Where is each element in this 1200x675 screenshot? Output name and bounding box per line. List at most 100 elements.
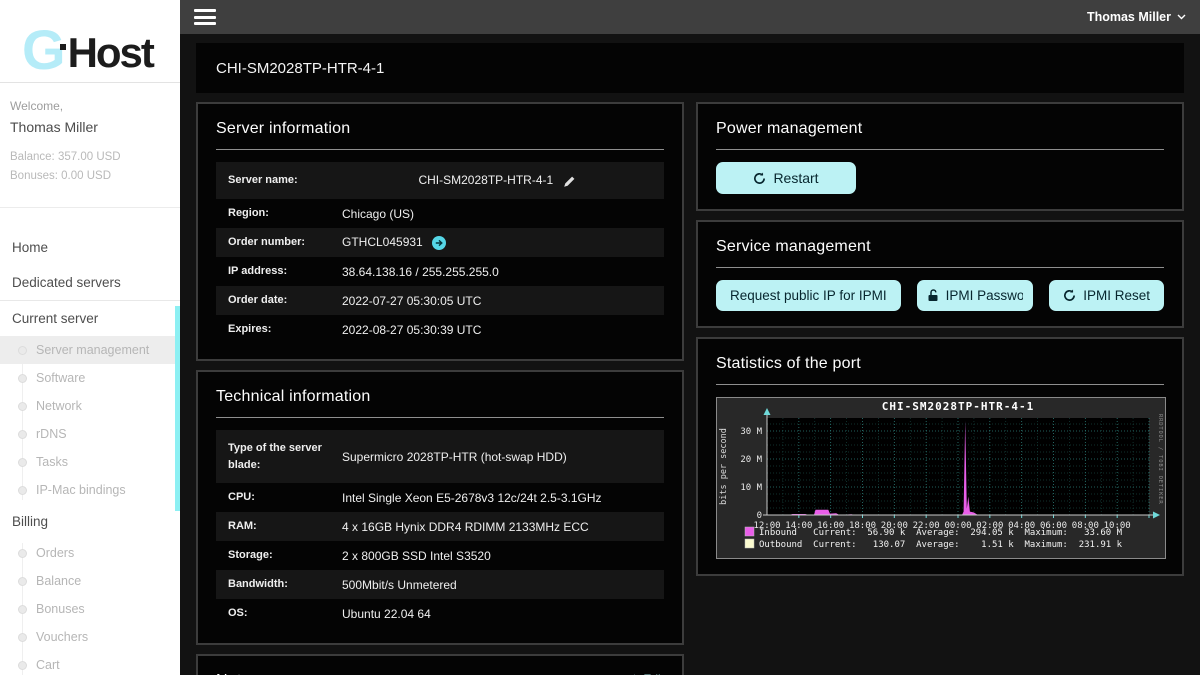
bullet-icon — [18, 346, 27, 355]
logo-host: Host — [68, 30, 153, 76]
sidebar-item-label: Orders — [36, 546, 74, 560]
app: G Host Welcome, Thomas Miller Balance: 3… — [0, 0, 1200, 675]
active-section-accent-bar — [175, 306, 180, 511]
open-order-arrow-icon[interactable] — [432, 236, 446, 250]
sidebar-item-network[interactable]: Network — [0, 392, 180, 420]
sidebar-item-cart[interactable]: Cart — [0, 651, 180, 675]
row-label: OS: — [228, 605, 338, 622]
sidebar-item-orders[interactable]: Orders — [0, 539, 180, 567]
sidebar-item-home[interactable]: Home — [0, 230, 180, 265]
sidebar-item-software[interactable]: Software — [0, 364, 180, 392]
bullet-icon — [18, 486, 27, 495]
sidebar-item-dedicated-servers[interactable]: Dedicated servers — [0, 265, 180, 300]
edit-pencil-icon[interactable] — [563, 175, 576, 188]
divider — [216, 417, 664, 418]
panel-title: Server information — [216, 120, 664, 138]
bullet-icon — [18, 374, 27, 383]
row-value: Chicago (US) — [338, 207, 652, 221]
row-value: Ubuntu 22.04 64 — [338, 607, 652, 621]
button-label: IPMI Password Recovery — [946, 288, 1024, 303]
sidebar-item-label: Tasks — [36, 455, 68, 469]
table-row: Order date: 2022-07-27 05:30:05 UTC — [216, 286, 664, 315]
sidebar-item-label: Network — [36, 399, 82, 413]
row-label: RAM: — [228, 518, 338, 535]
bullet-icon — [18, 605, 27, 614]
port-statistics-panel: Statistics of the port 010 M20 M30 M12:0… — [696, 337, 1184, 576]
svg-text:Inbound Current: 56.90 k A: Inbound Current: 56.90 k Average: 294.05… — [759, 528, 1123, 538]
sidebar-item-label: Balance — [36, 574, 81, 588]
row-label: Type of the server blade: — [228, 440, 338, 473]
sidebar-item-label: rDNS — [36, 427, 67, 441]
sidebar-item-rdns[interactable]: rDNS — [0, 420, 180, 448]
sidebar-item-tasks[interactable]: Tasks — [0, 448, 180, 476]
divider — [716, 384, 1164, 385]
sidebar-item-billing[interactable]: Billing — [0, 504, 180, 539]
table-row: Order number: GTHCL045931 — [216, 228, 664, 257]
row-value: CHI-SM2028TP-HTR-4-1 — [418, 173, 553, 187]
logo-dot-icon — [60, 44, 66, 50]
port-traffic-graph: 010 M20 M30 M12:0014:0016:0018:0020:0022… — [716, 397, 1164, 559]
logo-g: G — [22, 24, 62, 76]
page-title: CHI-SM2028TP-HTR-4-1 — [216, 60, 384, 77]
svg-text:Outbound Current: 130.07 A: Outbound Current: 130.07 Average: 1.51 k… — [759, 540, 1123, 550]
table-row: Expires: 2022-08-27 05:30:39 UTC — [216, 315, 664, 344]
ipmi-password-recovery-button[interactable]: IPMI Password Recovery — [917, 280, 1034, 311]
table-row: RAM: 4 x 16GB Hynix DDR4 RDIMM 2133MHz E… — [216, 512, 664, 541]
table-row: CPU: Intel Single Xeon E5-2678v3 12c/24t… — [216, 483, 664, 512]
sidebar-item-label: Bonuses — [36, 602, 85, 616]
svg-text:10 M: 10 M — [740, 483, 762, 493]
server-name-value: CHI-SM2028TP-HTR-4-1 — [338, 173, 652, 187]
row-value: 38.64.138.16 / 255.255.255.0 — [338, 265, 652, 279]
sidebar-item-current-server[interactable]: Current server — [0, 300, 180, 336]
server-information-panel: Server information Server name: CHI-SM20… — [196, 102, 684, 361]
table-row: Bandwidth: 500Mbit/s Unmetered — [216, 570, 664, 599]
refresh-icon — [1063, 289, 1076, 302]
page-title-banner: CHI-SM2028TP-HTR-4-1 — [196, 43, 1184, 93]
right-column: Power management Restart Service managem… — [696, 102, 1184, 675]
row-label: Expires: — [228, 321, 338, 338]
panel-title: Technical information — [216, 388, 664, 406]
left-column: Server information Server name: CHI-SM20… — [196, 102, 684, 675]
svg-text:20 M: 20 M — [740, 455, 762, 465]
current-server-subnav: Server management Software Network rDNS … — [0, 336, 180, 504]
hamburger-menu-icon[interactable] — [194, 6, 216, 29]
user-menu[interactable]: Thomas Miller — [1087, 10, 1186, 24]
bullet-icon — [18, 402, 27, 411]
lock-icon — [927, 289, 939, 302]
svg-text:CHI-SM2028TP-HTR-4-1: CHI-SM2028TP-HTR-4-1 — [882, 400, 1034, 413]
balance-text: Balance: 357.00 USD — [10, 151, 170, 163]
panel-title: Statistics of the port — [716, 355, 1164, 373]
restart-label: Restart — [773, 170, 818, 186]
table-row: OS: Ubuntu 22.04 64 — [216, 599, 664, 628]
welcome-block: Welcome, Thomas Miller Balance: 357.00 U… — [0, 83, 180, 208]
sidebar-item-balance[interactable]: Balance — [0, 567, 180, 595]
row-label: Region: — [228, 205, 338, 222]
row-label: IP address: — [228, 263, 338, 280]
gthost-logo[interactable]: G Host — [0, 0, 180, 83]
row-value: Supermicro 2028TP-HTR (hot-swap HDD) — [338, 450, 652, 464]
table-row: Type of the server blade: Supermicro 202… — [216, 430, 664, 483]
bonuses-text: Bonuses: 0.00 USD — [10, 170, 170, 182]
bullet-icon — [18, 633, 27, 642]
sidebar-item-ip-mac-bindings[interactable]: IP-Mac bindings — [0, 476, 180, 504]
sidebar-item-label: Software — [36, 371, 85, 385]
request-public-ip-ipmi-button[interactable]: Request public IP for IPMI — [716, 280, 901, 311]
sidebar-item-label: Vouchers — [36, 630, 88, 644]
row-label: Server name: — [228, 172, 338, 189]
panel-title: Power management — [716, 120, 1164, 138]
bullet-icon — [18, 430, 27, 439]
sidebar-item-bonuses[interactable]: Bonuses — [0, 595, 180, 623]
main-content: CHI-SM2028TP-HTR-4-1 Server information … — [180, 34, 1200, 675]
ipmi-reset-button[interactable]: IPMI Reset — [1049, 280, 1164, 311]
sidebar-item-vouchers[interactable]: Vouchers — [0, 623, 180, 651]
notes-panel: Notes Edit — [196, 654, 684, 675]
sidebar-item-label: Server management — [36, 343, 149, 357]
sidebar-item-server-management[interactable]: Server management — [0, 336, 180, 364]
chevron-down-icon — [1177, 14, 1186, 20]
row-value: Intel Single Xeon E5-2678v3 12c/24t 2.5-… — [338, 491, 652, 505]
order-number-value: GTHCL045931 — [338, 235, 652, 250]
restart-button[interactable]: Restart — [716, 162, 856, 194]
row-label: Storage: — [228, 547, 338, 564]
panel-title: Service management — [716, 238, 1164, 256]
row-value: 4 x 16GB Hynix DDR4 RDIMM 2133MHz ECC — [338, 520, 652, 534]
